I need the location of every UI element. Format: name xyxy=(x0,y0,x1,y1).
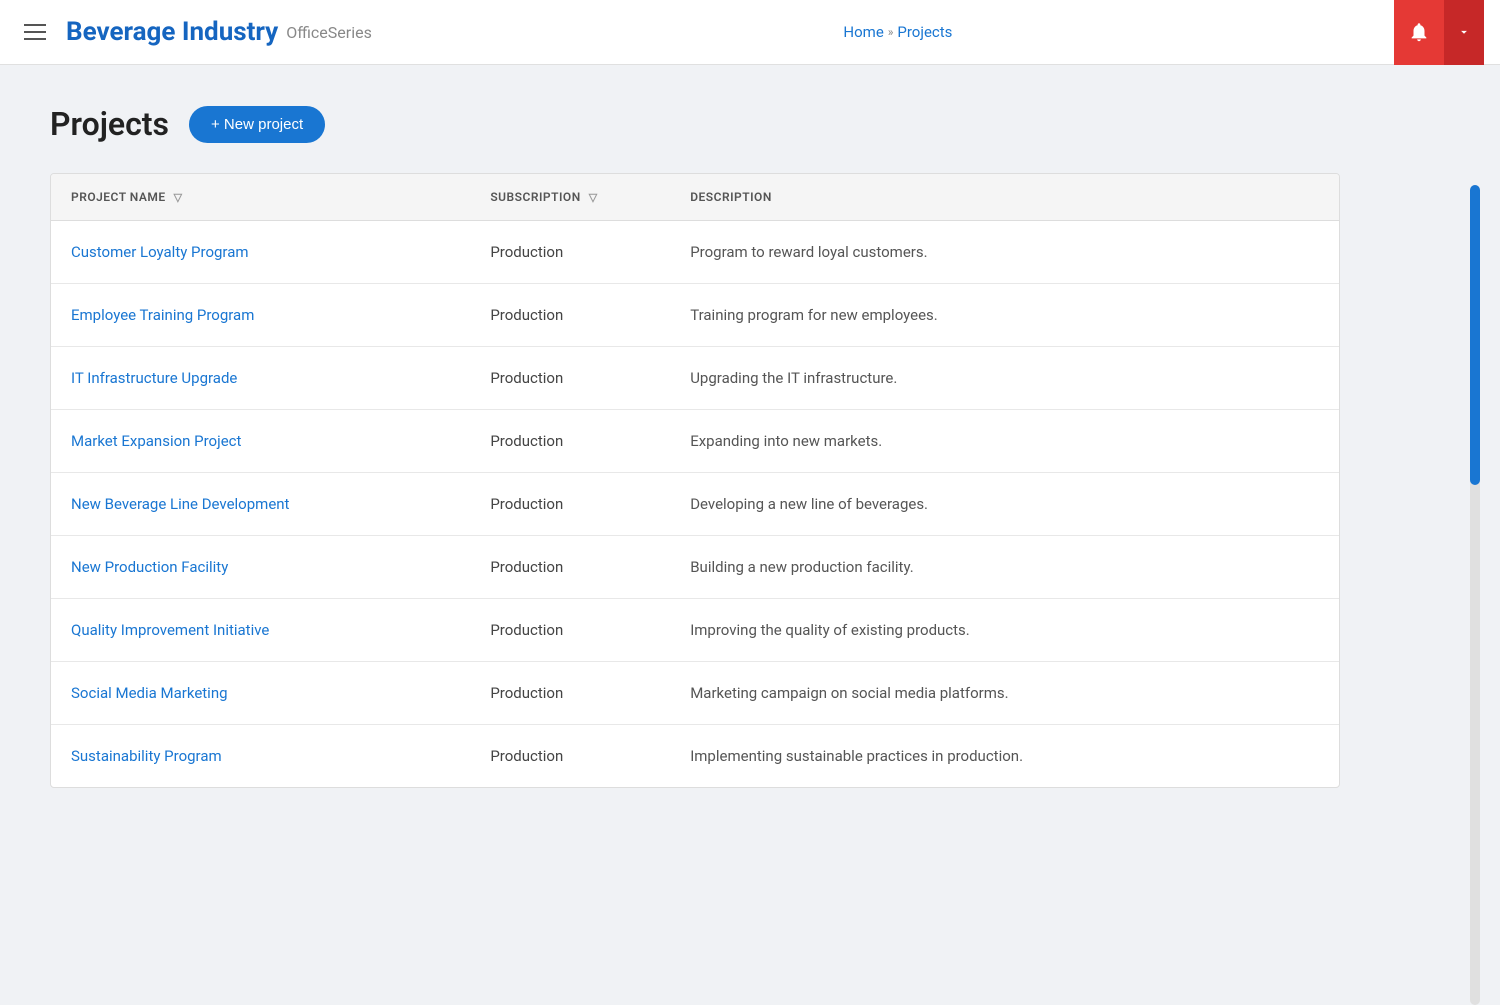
scrollbar-thumb[interactable] xyxy=(1470,185,1480,485)
description-cell: Training program for new employees. xyxy=(670,284,1339,347)
subscription-cell: Production xyxy=(470,221,670,284)
description-cell: Improving the quality of existing produc… xyxy=(670,599,1339,662)
description-cell: Marketing campaign on social media platf… xyxy=(670,662,1339,725)
breadcrumb-separator: » xyxy=(888,25,894,39)
subscription-cell: Production xyxy=(470,410,670,473)
col-header-subscription: SUBSCRIPTION ▽ xyxy=(470,174,670,221)
subscription-cell: Production xyxy=(470,599,670,662)
description-cell: Building a new production facility. xyxy=(670,536,1339,599)
subscription-cell: Production xyxy=(470,347,670,410)
header-actions xyxy=(1394,0,1484,65)
description-cell: Upgrading the IT infrastructure. xyxy=(670,347,1339,410)
scrollbar-track[interactable] xyxy=(1470,185,1480,1005)
subscription-cell: Production xyxy=(470,473,670,536)
projects-table: PROJECT NAME ▽ SUBSCRIPTION ▽ DESCRIPTIO… xyxy=(51,174,1339,787)
description-cell: Expanding into new markets. xyxy=(670,410,1339,473)
table-row: IT Infrastructure Upgrade ProductionUpgra… xyxy=(51,347,1339,410)
project-name-link[interactable]: New Production Facility xyxy=(71,558,228,576)
col-header-description: DESCRIPTION xyxy=(670,174,1339,221)
projects-table-container: PROJECT NAME ▽ SUBSCRIPTION ▽ DESCRIPTIO… xyxy=(50,173,1340,788)
description-cell: Program to reward loyal customers. xyxy=(670,221,1339,284)
project-name-link[interactable]: Employee Training Program xyxy=(71,306,254,324)
breadcrumb-home[interactable]: Home xyxy=(843,23,883,41)
project-name-link[interactable]: New Beverage Line Development xyxy=(71,495,289,513)
new-project-button[interactable]: + New project xyxy=(189,106,325,143)
subscription-cell: Production xyxy=(470,725,670,788)
header-dropdown-button[interactable] xyxy=(1444,0,1484,65)
table-row: Sustainability Program ProductionImplemen… xyxy=(51,725,1339,788)
subscription-cell: Production xyxy=(470,284,670,347)
project-name-link[interactable]: Sustainability Program xyxy=(71,747,222,765)
page-title: Projects xyxy=(50,105,169,143)
project-name-link[interactable]: Quality Improvement Initiative xyxy=(71,621,269,639)
subscription-filter-icon[interactable]: ▽ xyxy=(589,191,598,204)
breadcrumb-current[interactable]: Projects xyxy=(897,23,952,41)
subscription-cell: Production xyxy=(470,662,670,725)
table-row: Social Media Marketing ProductionMarketin… xyxy=(51,662,1339,725)
chevron-down-icon xyxy=(1457,25,1471,39)
breadcrumb: Home » Projects xyxy=(402,23,1394,41)
notifications-button[interactable] xyxy=(1394,0,1444,65)
brand-title: Beverage Industry xyxy=(66,17,278,47)
main-content: Projects + New project PROJECT NAME ▽ SU… xyxy=(0,65,1500,828)
project-name-filter-icon[interactable]: ▽ xyxy=(174,191,183,204)
table-row: Quality Improvement Initiative Production… xyxy=(51,599,1339,662)
project-name-link[interactable]: Market Expansion Project xyxy=(71,432,241,450)
bell-icon xyxy=(1408,21,1430,43)
table-row: Employee Training Program ProductionTrain… xyxy=(51,284,1339,347)
description-cell: Implementing sustainable practices in pr… xyxy=(670,725,1339,788)
table-header-row: PROJECT NAME ▽ SUBSCRIPTION ▽ DESCRIPTIO… xyxy=(51,174,1339,221)
project-name-link[interactable]: Social Media Marketing xyxy=(71,684,228,702)
table-row: New Beverage Line Development ProductionD… xyxy=(51,473,1339,536)
table-row: Customer Loyalty Program ProductionProgra… xyxy=(51,221,1339,284)
project-name-link[interactable]: IT Infrastructure Upgrade xyxy=(71,369,237,387)
header: Beverage Industry OfficeSeries Home » Pr… xyxy=(0,0,1500,65)
subscription-cell: Production xyxy=(470,536,670,599)
table-row: New Production Facility ProductionBuildin… xyxy=(51,536,1339,599)
project-name-link[interactable]: Customer Loyalty Program xyxy=(71,243,249,261)
table-row: Market Expansion Project ProductionExpand… xyxy=(51,410,1339,473)
col-header-project-name: PROJECT NAME ▽ xyxy=(51,174,470,221)
brand-subtitle: OfficeSeries xyxy=(286,23,372,42)
page-header: Projects + New project xyxy=(50,105,1450,143)
hamburger-menu-button[interactable] xyxy=(16,16,54,48)
description-cell: Developing a new line of beverages. xyxy=(670,473,1339,536)
